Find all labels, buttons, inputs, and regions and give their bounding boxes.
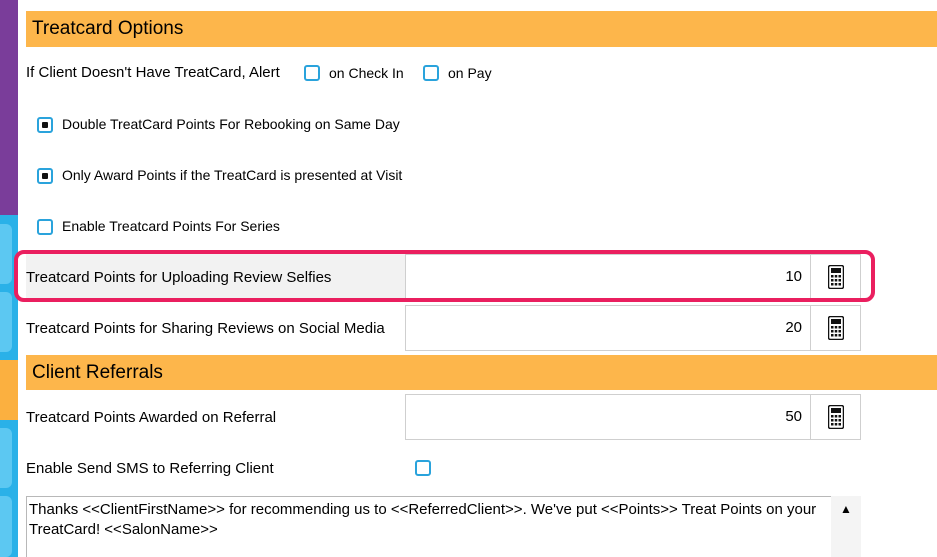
enable-series-points-label: Enable Treatcard Points For Series: [62, 218, 280, 234]
alert-on-checkin-checkbox[interactable]: [304, 65, 320, 81]
sharing-reviews-points-input[interactable]: 20: [405, 305, 811, 351]
sharing-reviews-calculator-button[interactable]: [810, 305, 861, 351]
alert-on-pay-label: on Pay: [448, 65, 492, 81]
section-title: Client Referrals: [32, 362, 163, 383]
sharing-reviews-points-value: 20: [785, 319, 802, 336]
enable-series-points-checkbox[interactable]: [37, 219, 53, 235]
alert-on-pay-checkbox[interactable]: [423, 65, 439, 81]
alert-label: If Client Doesn't Have TreatCard, Alert: [26, 64, 280, 81]
sidebar-orange-section: [0, 360, 18, 420]
calculator-icon: [827, 316, 844, 340]
section-title: Treatcard Options: [32, 18, 184, 39]
sidebar-tab[interactable]: [0, 428, 12, 488]
double-points-checkbox[interactable]: [37, 117, 53, 133]
treatcard-options-header: Treatcard Options: [26, 11, 937, 47]
award-if-presented-label: Only Award Points if the TreatCard is pr…: [62, 167, 403, 183]
referral-points-value: 50: [785, 408, 802, 425]
sidebar-tab[interactable]: [0, 224, 12, 284]
referral-points-calculator-button[interactable]: [810, 394, 861, 440]
message-scrollbar[interactable]: ▲: [831, 496, 861, 557]
sidebar-tab[interactable]: [0, 292, 12, 352]
referral-message-textarea[interactable]: Thanks <<ClientFirstName>> for recommend…: [26, 496, 832, 557]
calculator-icon: [827, 405, 844, 429]
award-if-presented-checkbox[interactable]: [37, 168, 53, 184]
client-referrals-header: Client Referrals: [26, 355, 937, 390]
double-points-label: Double TreatCard Points For Rebooking on…: [62, 116, 400, 132]
alert-on-checkin-label: on Check In: [329, 65, 404, 81]
enable-sms-checkbox[interactable]: [415, 460, 431, 476]
sharing-reviews-label: Treatcard Points for Sharing Reviews on …: [26, 320, 385, 337]
arrow-up-icon[interactable]: ▲: [840, 502, 852, 516]
enable-sms-label: Enable Send SMS to Referring Client: [26, 460, 274, 477]
sidebar-tab[interactable]: [0, 496, 12, 557]
highlight-outline: [14, 250, 875, 302]
referral-points-label: Treatcard Points Awarded on Referral: [26, 409, 277, 426]
sidebar-purple-section: [0, 0, 18, 215]
referral-points-input[interactable]: 50: [405, 394, 811, 440]
